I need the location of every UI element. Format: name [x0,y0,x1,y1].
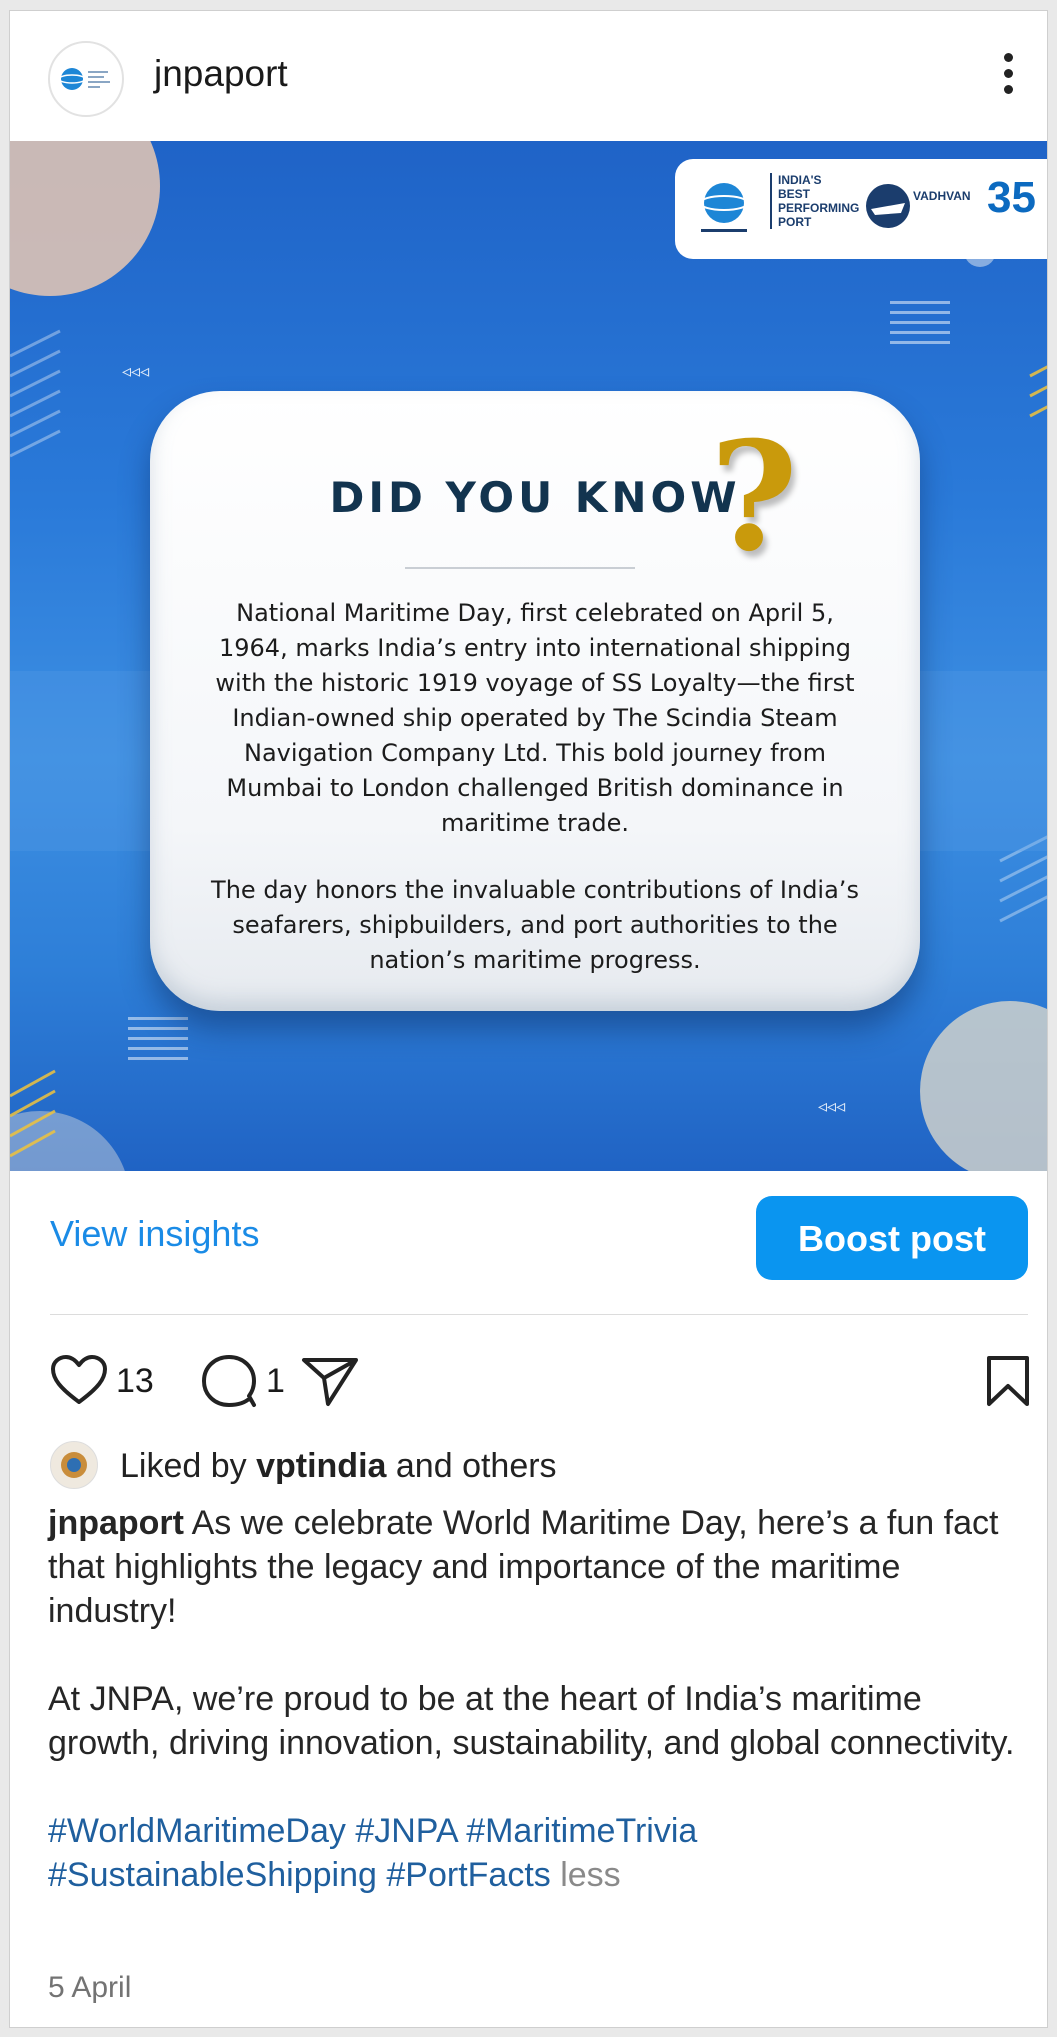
post-username[interactable]: jnpaport [154,53,288,95]
likes-count[interactable]: 13 [116,1362,154,1401]
did-you-know-card: DID YOU KNOW ? National Maritime Day, fi… [150,391,920,1011]
card-divider [405,567,635,569]
bookmark-icon[interactable] [985,1354,1031,1408]
post-date: 5 April [48,1971,132,2004]
liker-username[interactable]: vptindia [256,1447,386,1485]
more-options-icon[interactable] [993,49,1023,105]
card-paragraph-1: National Maritime Day, first celebrated … [215,599,855,837]
logo-bar: INDIA'S BEST PERFORMING PORT VADHVAN 35 [675,159,1047,259]
share-icon[interactable] [300,1354,360,1408]
post-image[interactable]: ◃◃◃ ◃◃◃ INDIA'S BEST PERFORMING PORT VAD… [10,141,1047,1171]
profile-avatar[interactable] [48,41,124,117]
post-caption: jnpaport As we celebrate World Maritime … [48,1501,1033,1897]
view-insights-link[interactable]: View insights [50,1213,259,1255]
liker-avatar[interactable] [50,1441,98,1489]
post-header: jnpaport [10,11,1047,141]
card-title: DID YOU KNOW [329,473,741,522]
less-link[interactable]: less [560,1856,620,1894]
arrow-decoration-left: ◃◃◃ [122,361,150,381]
arrow-decoration-right: ◃◃◃ [818,1096,846,1116]
jnpa-logo-icon [699,183,749,232]
heart-icon[interactable] [50,1354,108,1406]
vadhvan-label: VADHVAN [913,189,971,203]
caption-text-2: At JNPA, we’re proud to be at the heart … [48,1680,1015,1762]
anniversary-badge: 35 [987,173,1036,222]
comment-icon[interactable] [200,1354,258,1408]
post-actions-row: 13 1 [50,1346,1030,1416]
post-frame: jnpaport ◃◃◃ ◃◃◃ INDIA'S BEST PERFORMING… [9,10,1048,2028]
liked-by-text[interactable]: Liked by vptindia and others [120,1447,557,1486]
question-mark-icon: ? [710,409,798,585]
boost-post-button[interactable]: Boost post [756,1196,1028,1280]
caption-username[interactable]: jnpaport [48,1504,184,1542]
card-paragraph-2: The day honors the invaluable contributi… [211,876,859,974]
best-port-label: INDIA'S BEST PERFORMING PORT [770,173,859,229]
comments-count[interactable]: 1 [266,1362,285,1401]
ship-logo-icon [866,184,910,228]
divider [50,1314,1028,1315]
caption-text-1: As we celebrate World Maritime Day, here… [48,1504,999,1630]
